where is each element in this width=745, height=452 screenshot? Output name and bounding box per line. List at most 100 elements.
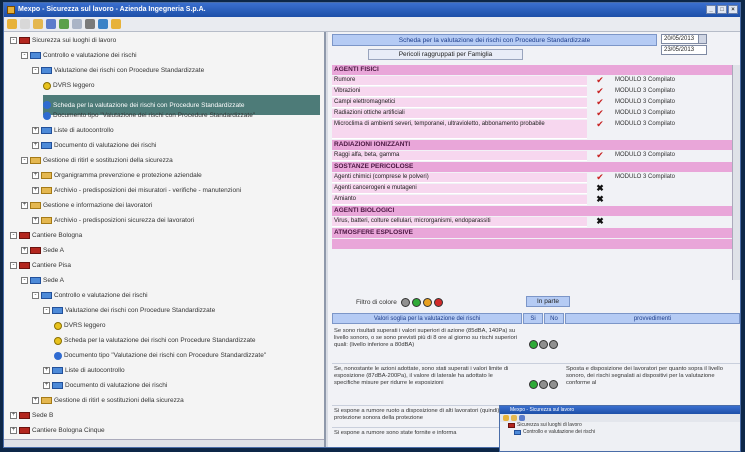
provvedimenti-text[interactable]: Sposta e disposizione dei lavoratori per…	[564, 364, 740, 405]
tree-item[interactable]: - Controllo e valutazione dei rischi	[32, 290, 148, 301]
risk-row[interactable]: Raggi alfa, beta, gamma ✔ MODULO 3 Compila…	[332, 151, 736, 161]
collapse-icon[interactable]: -	[32, 292, 39, 299]
tree-item[interactable]: + Liste di autocontrollo	[32, 125, 114, 136]
cross-icon[interactable]: ✖	[587, 184, 613, 194]
expand-icon[interactable]: +	[32, 127, 39, 134]
tools-icon[interactable]	[46, 19, 56, 29]
tree-item[interactable]: + Gestione e informazione dei lavoratori	[21, 200, 152, 211]
tree-item[interactable]: + Documento di valutazione dei rischi	[43, 380, 167, 391]
risk-table-scrollbar[interactable]	[732, 65, 740, 280]
traffic-light-selector[interactable]	[522, 364, 564, 405]
checkmark-icon[interactable]: ✔	[587, 173, 613, 183]
expand-icon[interactable]: +	[43, 367, 50, 374]
cross-icon[interactable]: ✖	[587, 195, 613, 205]
green-filter-dot-icon[interactable]	[411, 298, 421, 307]
expand-icon[interactable]: +	[10, 427, 17, 434]
tree-horizontal-scrollbar[interactable]	[4, 439, 324, 447]
collapse-icon[interactable]: -	[43, 307, 50, 314]
tree-item[interactable]: - Cantiere Bologna	[10, 230, 82, 241]
collapse-icon[interactable]: -	[21, 52, 28, 59]
cross-icon[interactable]: ✖	[587, 217, 613, 227]
help-icon[interactable]	[503, 415, 509, 421]
grey-filter-dot-icon[interactable]	[400, 298, 410, 307]
expand-icon[interactable]: +	[32, 217, 39, 224]
traffic-light-selector[interactable]	[522, 326, 564, 363]
help-icon[interactable]	[7, 19, 17, 29]
checkmark-icon[interactable]: ✔	[587, 151, 613, 161]
date-field-2[interactable]: 23/05/2013	[661, 45, 707, 55]
risk-row[interactable]: Rumore ✔ MODULO 3 Compilato	[332, 76, 736, 86]
search-icon[interactable]	[111, 19, 121, 29]
green-status-dot-icon[interactable]	[528, 380, 538, 389]
tree-item[interactable]: DVRS leggero	[43, 80, 95, 91]
tree-item[interactable]: - Sicurezza sui luoghi di lavoro	[10, 35, 116, 46]
collapse-icon[interactable]: -	[10, 262, 17, 269]
tree-item[interactable]: + Cantiere Bologna Cinque	[10, 425, 105, 436]
collapse-icon[interactable]: -	[21, 277, 28, 284]
mini-window[interactable]: Mexpo - Sicurezza sul lavoro Sicurezza s…	[499, 405, 741, 452]
risk-row[interactable]: Vibrazioni ✔ MODULO 3 Compilato	[332, 87, 736, 97]
tree-item[interactable]: Documento tipo "Valutazione dei rischi c…	[43, 110, 255, 121]
minimize-button[interactable]: _	[706, 5, 716, 14]
checkmark-icon[interactable]: ✔	[587, 98, 613, 108]
check-icon[interactable]	[59, 19, 69, 29]
expand-icon[interactable]: +	[32, 397, 39, 404]
checkmark-icon[interactable]: ✔	[587, 76, 613, 86]
tree-item[interactable]: + Archivio - predisposizioni sicurezza de…	[32, 215, 194, 226]
green-status-dot-icon[interactable]	[528, 340, 538, 349]
risk-row[interactable]: Radiazioni ottiche artificiali ✔ MODULO 3 …	[332, 109, 736, 119]
checkmark-icon[interactable]: ✔	[587, 87, 613, 97]
maximize-button[interactable]: □	[717, 5, 727, 14]
grey-status-dot-icon[interactable]	[538, 380, 548, 389]
tree-item[interactable]: - Valutazione dei rischi con Procedure St…	[43, 305, 215, 316]
date-field-1[interactable]: 20/05/2013	[661, 34, 707, 44]
risk-row[interactable]: Microclima di ambienti severi, temporane…	[332, 120, 736, 139]
tree-item[interactable]: - Cantiere Pisa	[10, 260, 71, 271]
tree-item[interactable]: + Organigramma prevenzione e protezione a…	[32, 170, 202, 181]
expand-icon[interactable]: +	[10, 412, 17, 419]
date-dropdown-icon[interactable]	[698, 35, 706, 43]
new-icon[interactable]	[20, 19, 30, 29]
tools-icon[interactable]	[519, 415, 525, 421]
close-button[interactable]: ×	[728, 5, 738, 14]
tree-item[interactable]: - Sede A	[21, 275, 64, 286]
checkmark-icon[interactable]: ✔	[587, 120, 613, 139]
expand-icon[interactable]: +	[21, 202, 28, 209]
collapse-icon[interactable]: -	[32, 67, 39, 74]
copy-icon[interactable]	[72, 19, 82, 29]
export-icon[interactable]	[98, 19, 108, 29]
pericoli-famiglia-button[interactable]: Pericoli raggruppati per Famiglia	[368, 49, 523, 60]
collapse-icon[interactable]: -	[10, 232, 17, 239]
provvedimenti-text[interactable]	[564, 326, 740, 363]
threshold-row[interactable]: Se, nonostante le azioni adottate, sono …	[332, 364, 740, 406]
expand-icon[interactable]: +	[32, 187, 39, 194]
risk-row[interactable]: Campi elettromagnetici ✔ MODULO 3 Compilat…	[332, 98, 736, 108]
expand-icon[interactable]: +	[21, 247, 28, 254]
mini-tree-item[interactable]: Controllo e valutazione dei rischi	[500, 429, 740, 436]
open-folder-icon[interactable]	[33, 19, 43, 29]
tree-item[interactable]: + Archivio - predisposizioni dei misurato…	[32, 185, 241, 196]
tree-item[interactable]: + Sede B	[10, 410, 53, 421]
collapse-icon[interactable]: -	[10, 37, 17, 44]
tree-item[interactable]: Scheda per la valutazione dei rischi con…	[54, 335, 256, 346]
risk-row[interactable]: Amianto ✖	[332, 195, 736, 205]
tree-item[interactable]: DVRS leggero	[54, 320, 106, 331]
title-bar[interactable]: Mexpo - Sicurezza sul lavoro - Azienda I…	[4, 3, 740, 17]
print-icon[interactable]	[85, 19, 95, 29]
orange-filter-dot-icon[interactable]	[422, 298, 432, 307]
risk-row[interactable]: Virus, batteri, colture cellulari, micro…	[332, 217, 736, 227]
navigation-tree[interactable]: - Sicurezza sui luoghi di lavoro - Controll…	[4, 32, 326, 447]
grey-status-dot-icon[interactable]	[538, 340, 548, 349]
tree-item[interactable]: + Sede A	[21, 245, 64, 256]
mini-tree-item[interactable]: Sicurezza sui luoghi di lavoro	[500, 422, 740, 429]
in-parte-button[interactable]: In parte	[526, 296, 570, 307]
open-folder-icon[interactable]	[511, 415, 517, 421]
grey-status-dot-icon[interactable]	[548, 340, 558, 349]
expand-icon[interactable]: +	[32, 142, 39, 149]
tree-item[interactable]: - Valutazione dei rischi con Procedure St…	[32, 65, 204, 76]
tree-item[interactable]: + Gestione di ritirI e sostituzioni della…	[32, 395, 184, 406]
tree-item[interactable]: Documento tipo "Valutazione dei rischi c…	[54, 350, 266, 361]
tree-item[interactable]: - Controllo e valutazione dei rischi	[21, 50, 137, 61]
tree-item[interactable]: + Documento di valutazione dei rischi	[32, 140, 156, 151]
expand-icon[interactable]: +	[43, 382, 50, 389]
